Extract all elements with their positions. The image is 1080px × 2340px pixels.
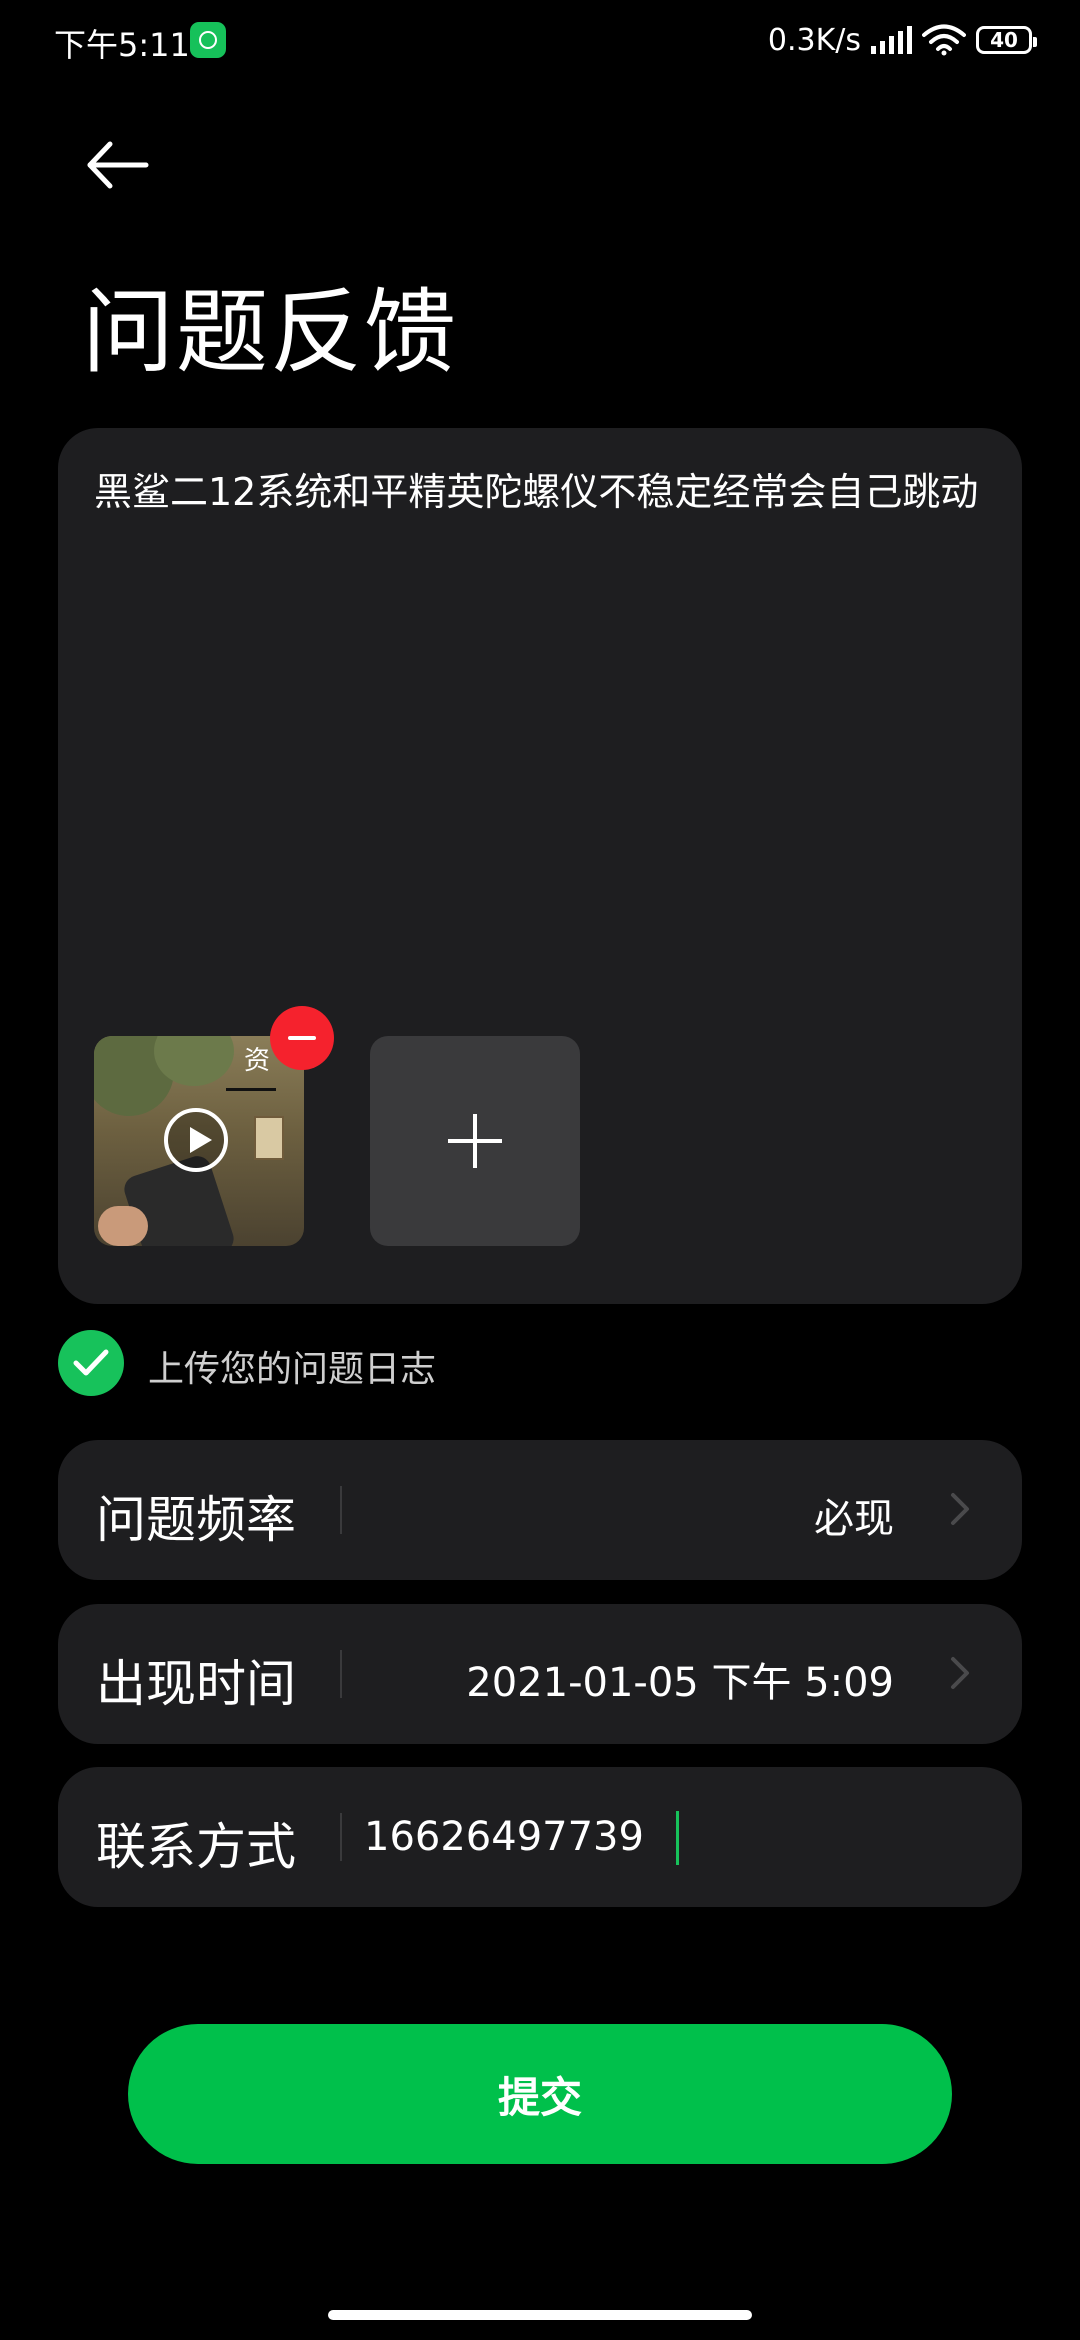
home-indicator[interactable] xyxy=(328,2310,752,2320)
divider xyxy=(340,1650,342,1698)
submit-button[interactable]: 提交 xyxy=(128,2024,952,2164)
frequency-label: 问题频率 xyxy=(96,1491,296,1549)
status-right: 0.3K/s 40 xyxy=(767,18,1037,62)
video-attachment[interactable]: 资 xyxy=(94,1036,304,1246)
occurrence-time-label: 出现时间 xyxy=(96,1655,296,1713)
frequency-value: 必现 xyxy=(814,1496,894,1542)
thumbnail-overlay-text: 资 xyxy=(244,1046,271,1076)
page-title: 问题反馈 xyxy=(82,279,459,386)
divider xyxy=(340,1486,342,1534)
status-bar: 下午5:11 0.3K/s 40 xyxy=(0,0,1080,80)
network-speed: 0.3K/s xyxy=(767,22,861,58)
upload-log-label[interactable]: 上传您的问题日志 xyxy=(148,1340,436,1392)
battery-icon: 40 xyxy=(976,26,1037,54)
remove-icon[interactable] xyxy=(270,1006,334,1070)
contact-label: 联系方式 xyxy=(96,1818,296,1876)
add-attachment-button[interactable] xyxy=(370,1036,580,1246)
plus-icon-vertical xyxy=(473,1114,477,1168)
thumbnail-overlay-line xyxy=(226,1088,276,1091)
occurrence-time-value: 2021-01-05 下午 5:09 xyxy=(466,1660,894,1706)
wifi-icon xyxy=(922,24,966,56)
checkmark-icon xyxy=(73,1349,109,1376)
upload-log-checkbox[interactable] xyxy=(58,1330,124,1396)
thumbnail-target xyxy=(254,1116,284,1160)
text-caret xyxy=(676,1811,679,1865)
status-time: 下午5:11 xyxy=(54,26,190,64)
speedometer-icon xyxy=(190,22,226,58)
play-icon[interactable] xyxy=(164,1108,228,1172)
divider xyxy=(340,1813,342,1861)
occurrence-time-row[interactable]: 出现时间 2021-01-05 下午 5:09 xyxy=(58,1604,1022,1744)
description-card[interactable]: 黑鲨二12系统和平精英陀螺仪不稳定经常会自己跳动 资 xyxy=(58,428,1022,1304)
feedback-screen: 下午5:11 0.3K/s 40 问题反馈 黑鲨二12系统和平精英陀螺仪不稳定经… xyxy=(0,0,1080,2340)
contact-row: 联系方式 xyxy=(58,1767,1022,1907)
back-arrow-icon xyxy=(87,141,149,189)
description-text[interactable]: 黑鲨二12系统和平精英陀螺仪不稳定经常会自己跳动 xyxy=(94,464,984,520)
thumbnail-hand xyxy=(98,1206,148,1246)
back-button[interactable] xyxy=(78,130,158,200)
chevron-right-icon xyxy=(951,1657,969,1689)
contact-input[interactable] xyxy=(364,1807,964,1867)
chevron-right-icon xyxy=(951,1493,969,1525)
frequency-row[interactable]: 问题频率 必现 xyxy=(58,1440,1022,1580)
signal-icon xyxy=(871,26,912,54)
